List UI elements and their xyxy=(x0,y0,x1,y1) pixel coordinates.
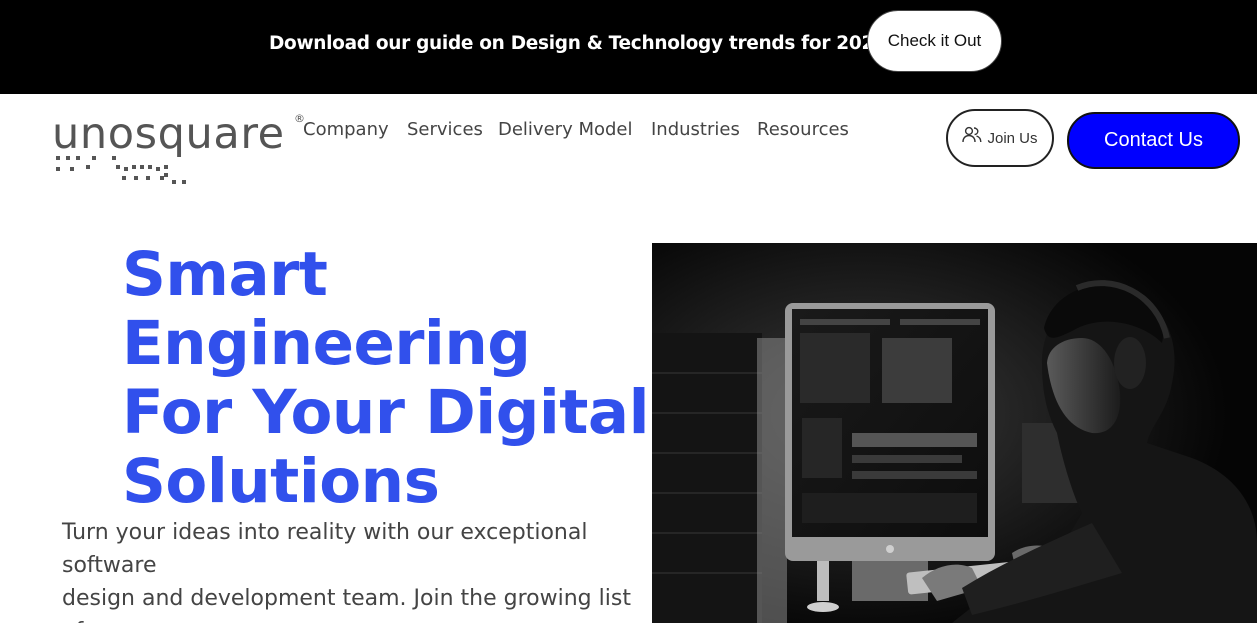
hero-subtitle-line: design and development team. Join the gr… xyxy=(62,586,631,611)
unosquare-logo[interactable]: unosquare ® xyxy=(52,112,312,188)
logo-dot-pattern xyxy=(56,156,186,184)
hero-title-line: For Your Digital xyxy=(122,377,650,448)
join-us-label: Join Us xyxy=(987,129,1038,147)
nav-item-industries[interactable]: Industries xyxy=(651,118,740,142)
nav-item-delivery-model[interactable]: Delivery Model xyxy=(498,118,632,142)
join-us-button[interactable]: Join Us xyxy=(946,109,1054,167)
check-it-out-button[interactable]: Check it Out xyxy=(867,10,1002,72)
nav-item-services[interactable]: Services xyxy=(407,118,483,142)
contact-us-button[interactable]: Contact Us xyxy=(1067,112,1240,169)
hero-title-line: Engineering xyxy=(122,308,531,379)
hero-title: Smart Engineering For Your Digital Solut… xyxy=(122,240,662,516)
hero-subtitle-line: software xyxy=(62,553,157,578)
hero-title-line: Solutions xyxy=(122,446,440,517)
users-icon xyxy=(962,126,982,143)
hero-subtitle: Turn your ideas into reality with our ex… xyxy=(62,516,652,623)
hero-subtitle-line: Turn your ideas into reality with our ex… xyxy=(62,520,588,545)
hero-subtitle-line: of xyxy=(62,615,652,623)
nav-item-company[interactable]: Company xyxy=(303,118,389,142)
logo-wordmark: unosquare xyxy=(52,109,285,159)
hero-title-line: Smart xyxy=(122,239,328,310)
person-at-computer-photo xyxy=(652,243,1257,623)
promo-text: Download our guide on Design & Technolog… xyxy=(269,33,887,54)
promo-bar: Download our guide on Design & Technolog… xyxy=(0,0,1257,94)
nav-item-resources[interactable]: Resources xyxy=(757,118,849,142)
